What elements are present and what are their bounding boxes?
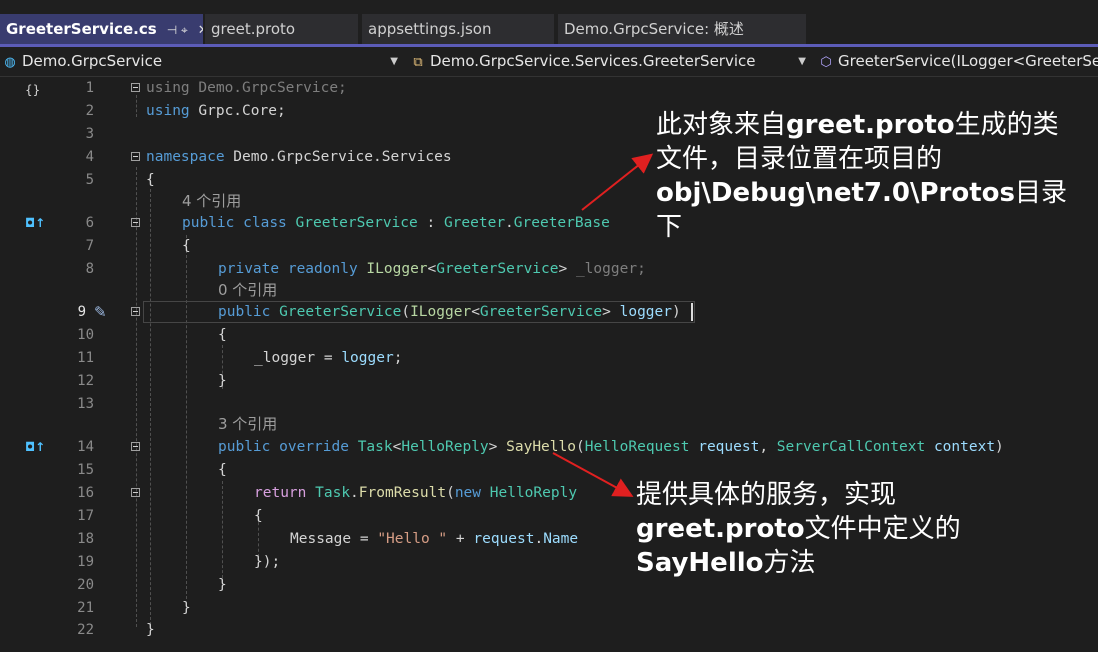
- class-label: Demo.GrpcService.Services.GreeterService: [430, 52, 756, 70]
- code-line-1: 1 using Demo.GrpcService;: [0, 77, 1098, 99]
- code-line-10: 10 {: [0, 324, 1098, 346]
- line-number: 6: [85, 215, 94, 231]
- line-number: 21: [77, 600, 94, 616]
- project-label: Demo.GrpcService: [22, 52, 163, 70]
- member-dropdown[interactable]: ⬡ GreeterService(ILogger<GreeterSe: [818, 50, 1098, 73]
- line-number: 2: [85, 103, 94, 119]
- tab-label: Demo.GrpcService: 概述: [564, 20, 744, 38]
- code-line-9: ✎ 9 public GreeterService(ILogger<Greete…: [0, 301, 1098, 323]
- line-number: 20: [77, 577, 94, 593]
- chevron-down-icon: ▼: [390, 56, 398, 67]
- fold-toggle[interactable]: [131, 83, 140, 92]
- close-icon[interactable]: ✕: [198, 16, 203, 44]
- annotation-greeter-base: 此对象来自greet.proto生成的类 文件，目录位置在项目的 obj\Deb…: [656, 110, 1067, 242]
- tab-greet-proto[interactable]: greet.proto: [205, 14, 358, 44]
- code-line-22: 22 }: [0, 619, 1098, 641]
- tab-label: appsettings.json: [368, 20, 492, 38]
- fold-toggle[interactable]: [131, 152, 140, 161]
- method-cube-icon: ⬡: [820, 55, 832, 70]
- line-number: 11: [77, 350, 94, 366]
- line-number: 18: [77, 531, 94, 547]
- line-number: 12: [77, 373, 94, 389]
- line-number: 9: [77, 304, 86, 320]
- codelens-references[interactable]: 3 个引用: [218, 414, 277, 434]
- pin-icon[interactable]: ⊣ ⌖: [167, 15, 188, 44]
- line-number: 16: [77, 485, 94, 501]
- code-line-13: 13: [0, 393, 1098, 415]
- line-number: 1: [85, 80, 94, 96]
- line-number: 14: [77, 439, 94, 455]
- line-number: 19: [77, 554, 94, 570]
- line-number: 15: [77, 462, 94, 478]
- line-number: 8: [85, 261, 94, 277]
- line-number: 13: [77, 396, 94, 412]
- fold-toggle[interactable]: [131, 307, 140, 316]
- tab-overview[interactable]: Demo.GrpcService: 概述: [558, 14, 806, 44]
- line-number: 4: [85, 149, 94, 165]
- line-number: 17: [77, 508, 94, 524]
- line-number: 5: [85, 172, 94, 188]
- class-dropdown[interactable]: ⧉ Demo.GrpcService.Services.GreeterServic…: [410, 50, 812, 73]
- implementation-glyph-icon[interactable]: ◘↑: [25, 212, 45, 234]
- fold-toggle[interactable]: [131, 442, 140, 451]
- tab-greeterservice-cs[interactable]: GreeterService.cs ⊣ ⌖ ✕: [0, 14, 203, 44]
- implementation-glyph-icon[interactable]: ◘↑: [25, 436, 45, 458]
- codelens-references[interactable]: 0 个引用: [218, 280, 277, 300]
- code-line-8: 8 private readonly ILogger<GreeterServic…: [0, 258, 1098, 280]
- tab-label: greet.proto: [211, 20, 296, 38]
- tab-label: GreeterService.cs: [6, 20, 157, 38]
- code-line-11: 11 _logger = logger;: [0, 347, 1098, 369]
- code-line-12: 12 }: [0, 370, 1098, 392]
- line-number: 7: [85, 238, 94, 254]
- line-number: 22: [77, 622, 94, 638]
- quick-action-screwdriver-icon[interactable]: ✎: [94, 301, 107, 323]
- code-line-14: ◘↑ 14 public override Task<HelloReply> S…: [0, 436, 1098, 458]
- project-dropdown[interactable]: ◍ Demo.GrpcService ▼: [2, 50, 404, 73]
- fold-toggle[interactable]: [131, 218, 140, 227]
- project-globe-icon: ◍: [4, 55, 16, 70]
- code-line-21: 21 }: [0, 597, 1098, 619]
- line-number: 10: [77, 327, 94, 343]
- fold-toggle[interactable]: [131, 488, 140, 497]
- tab-appsettings-json[interactable]: appsettings.json: [362, 14, 554, 44]
- member-label: GreeterService(ILogger<GreeterSe: [838, 52, 1098, 70]
- chevron-down-icon: ▼: [798, 56, 806, 67]
- line-number: 3: [85, 126, 94, 142]
- codelens-references[interactable]: 4 个引用: [182, 191, 241, 211]
- navigation-bar: ◍ Demo.GrpcService ▼ ⧉ Demo.GrpcService.Ser…: [0, 47, 1098, 77]
- tab-bar: GreeterService.cs ⊣ ⌖ ✕ greet.proto appset…: [0, 0, 1098, 44]
- annotation-sayhello: 提供具体的服务，实现 greet.proto文件中定义的 SayHello方法: [636, 480, 961, 578]
- class-icon: ⧉: [413, 55, 423, 70]
